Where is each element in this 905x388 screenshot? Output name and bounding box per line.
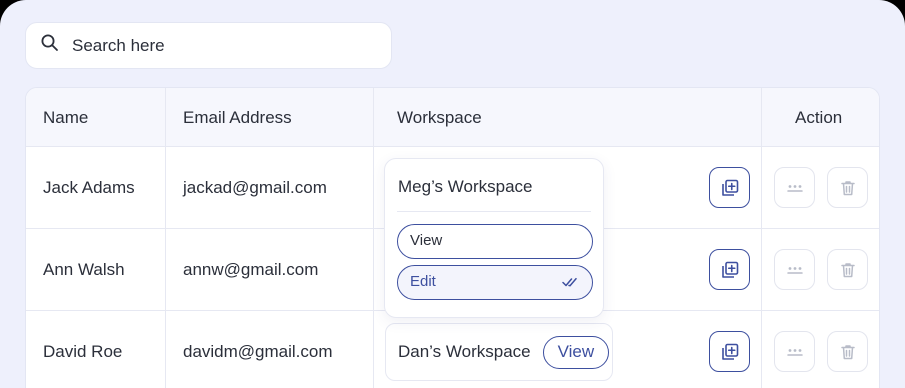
email-cell: davidm@gmail.com	[183, 342, 333, 361]
workspace-dropdown: Meg’s Workspace View Edit	[384, 158, 604, 318]
add-copy-button[interactable]	[709, 167, 750, 208]
add-copy-button[interactable]	[709, 249, 750, 290]
more-dots-icon	[786, 348, 803, 356]
delete-button[interactable]	[827, 331, 868, 372]
add-copy-icon	[721, 179, 738, 196]
dropdown-divider	[397, 211, 591, 212]
name-cell: Ann Walsh	[43, 260, 125, 279]
dropdown-option-edit[interactable]: Edit	[397, 265, 593, 300]
name-cell: Jack Adams	[43, 178, 135, 197]
delete-button[interactable]	[827, 167, 868, 208]
dropdown-option-view[interactable]: View	[397, 224, 593, 259]
trash-icon	[840, 180, 855, 195]
email-cell: jackad@gmail.com	[183, 178, 327, 197]
more-button[interactable]	[774, 249, 815, 290]
header-action: Action	[795, 108, 843, 127]
workspace-pill[interactable]: Dan’s Workspace View	[385, 323, 613, 381]
workspace-view-button[interactable]: View	[542, 335, 610, 369]
more-dots-icon	[786, 184, 803, 192]
add-copy-icon	[721, 261, 738, 278]
table-header: Name Email Address Workspace Action	[26, 88, 879, 147]
table-row: David Roe davidm@gmail.com Dan’s Workspa…	[26, 311, 879, 388]
trash-icon	[840, 262, 855, 277]
search-box[interactable]	[25, 22, 392, 69]
delete-button[interactable]	[827, 249, 868, 290]
dropdown-title: Meg’s Workspace	[398, 177, 533, 196]
option-label: View	[410, 232, 443, 249]
more-button[interactable]	[774, 167, 815, 208]
double-check-icon	[562, 277, 577, 287]
header-name: Name	[43, 108, 89, 127]
app-frame: Name Email Address Workspace Action Jack…	[0, 0, 905, 388]
email-cell: annw@gmail.com	[183, 260, 319, 279]
name-cell: David Roe	[43, 342, 123, 361]
more-button[interactable]	[774, 331, 815, 372]
trash-icon	[840, 344, 855, 359]
workspace-label: Dan’s Workspace	[398, 342, 531, 361]
add-copy-icon	[721, 343, 738, 360]
header-workspace: Workspace	[397, 108, 482, 127]
add-copy-button[interactable]	[709, 331, 750, 372]
more-dots-icon	[786, 266, 803, 274]
search-input[interactable]	[72, 35, 372, 56]
option-label: Edit	[410, 273, 436, 290]
header-email: Email Address	[183, 108, 292, 127]
search-icon	[40, 33, 60, 58]
